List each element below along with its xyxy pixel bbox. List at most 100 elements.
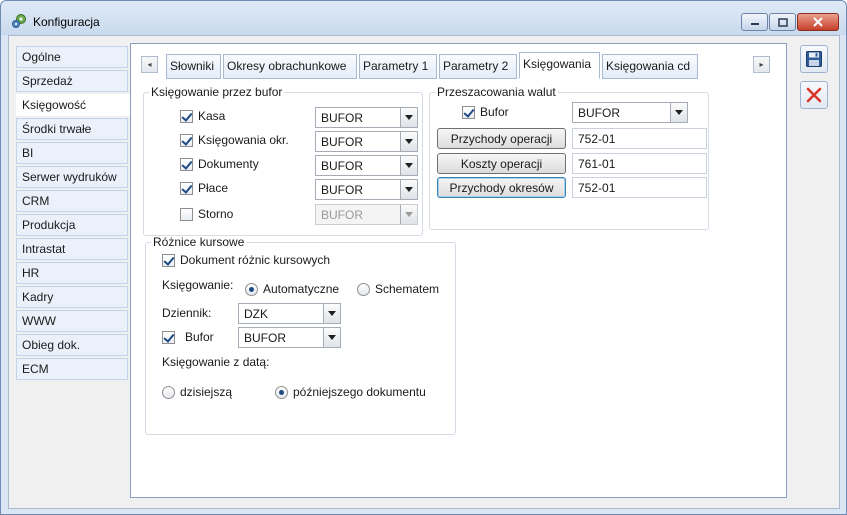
bufor-dokumenty-select[interactable]: BUFOR	[315, 155, 418, 176]
roznice-bufor-select[interactable]: BUFOR	[238, 327, 341, 348]
dokument-roznic-label: Dokument różnic kursowych	[180, 253, 331, 267]
roznice-bufor-value: BUFOR	[244, 331, 286, 345]
ksiegowanie-z-data-label: Księgowanie z datą:	[162, 355, 270, 369]
dropdown-arrow-icon[interactable]	[323, 328, 340, 347]
koszty-operacji-button[interactable]: Koszty operacji	[437, 153, 566, 174]
sidebar-item-bi[interactable]: BI	[16, 142, 128, 164]
bufor-group-legend: Księgowanie przez bufor	[151, 85, 283, 99]
checkbox-checked[interactable]	[162, 253, 175, 267]
sidebar-item-kadry[interactable]: Kadry	[16, 286, 128, 308]
przychody-operacji-button[interactable]: Przychody operacji	[437, 128, 566, 149]
bufor-dokumenty-label: Dokumenty	[198, 157, 259, 171]
bufor-kasa-select[interactable]: BUFOR	[315, 107, 418, 128]
przychody-operacji-field[interactable]: 752-01	[572, 128, 707, 149]
cancel-icon	[806, 87, 822, 103]
ksiegowanie-label: Księgowanie:	[162, 278, 234, 292]
tab-parametry-1[interactable]: Parametry 1	[359, 54, 437, 79]
bufor-ksiegowania-okr-checkbox[interactable]: Księgowania okr.	[180, 133, 289, 147]
dropdown-arrow-icon[interactable]	[400, 180, 417, 199]
dropdown-arrow-icon[interactable]	[400, 108, 417, 127]
sidebar-item-crm[interactable]: CRM	[16, 190, 128, 212]
tab-parametry-2[interactable]: Parametry 2	[439, 54, 517, 79]
sidebar-item-intrastat[interactable]: Intrastat	[16, 238, 128, 260]
bufor-ksiegowania-okr-label: Księgowania okr.	[198, 133, 289, 147]
minimize-button[interactable]	[741, 13, 768, 31]
dziennik-select[interactable]: DZK	[238, 303, 341, 324]
waluty-bufor-label: Bufor	[480, 105, 509, 119]
minimize-icon	[750, 23, 759, 25]
bufor-place-label: Płace	[198, 181, 229, 195]
bufor-kasa-value: BUFOR	[321, 111, 363, 125]
roznice-bufor-checkbox[interactable]: Bufor	[162, 330, 214, 344]
settings-panel: ◂ Słowniki Okresy obrachunkowe Parametry…	[130, 43, 787, 498]
roznice-group-legend: Różnice kursowe	[153, 235, 245, 249]
checkbox-checked[interactable]	[462, 105, 475, 119]
sidebar-item-www[interactable]: WWW	[16, 310, 128, 332]
maximize-button[interactable]	[769, 13, 796, 31]
tab-okresy-obrachunkowe[interactable]: Okresy obrachunkowe	[223, 54, 357, 79]
przychody-okresow-field[interactable]: 752-01	[572, 177, 707, 198]
sidebar-item-sprzedaz[interactable]: Sprzedaż	[16, 70, 128, 92]
sidebar-item-ogolne[interactable]: Ogólne	[16, 46, 128, 68]
tab-ksiegowania[interactable]: Księgowania	[519, 52, 600, 79]
waluty-group-legend: Przeszacowania walut	[437, 85, 556, 99]
tab-scroll-right-button[interactable]: ▸	[753, 56, 770, 73]
sidebar-item-serwer-wydrukow[interactable]: Serwer wydruków	[16, 166, 128, 188]
bufor-kasa-checkbox[interactable]: Kasa	[180, 109, 225, 123]
dropdown-arrow-icon	[400, 205, 417, 224]
dropdown-arrow-icon[interactable]	[323, 304, 340, 323]
save-icon	[806, 51, 822, 67]
dropdown-arrow-icon[interactable]	[400, 132, 417, 151]
checkbox-checked[interactable]	[162, 330, 175, 344]
sidebar-item-srodki-trwale[interactable]: Środki trwałe	[16, 118, 128, 140]
tab-scroll-left-button[interactable]: ◂	[141, 56, 158, 73]
dropdown-arrow-icon[interactable]	[400, 156, 417, 175]
save-button[interactable]	[800, 45, 828, 73]
radio-checked[interactable]	[275, 385, 288, 399]
sidebar-item-produkcja[interactable]: Produkcja	[16, 214, 128, 236]
radio-dzisiejsza-label: dzisiejszą	[180, 385, 233, 399]
bufor-place-checkbox[interactable]: Płace	[180, 181, 228, 195]
radio-automatyczne[interactable]: Automatyczne	[245, 282, 339, 296]
maximize-icon	[777, 17, 788, 27]
close-icon	[813, 17, 823, 27]
tab-content-ksiegowania: Księgowanie przez bufor Kasa BUFOR Księg…	[131, 79, 786, 497]
app-gears-icon	[12, 14, 26, 28]
tab-ksiegowania-cd[interactable]: Księgowania cd	[602, 54, 698, 79]
radio-unchecked[interactable]	[162, 385, 175, 399]
tab-bar: ◂ Słowniki Okresy obrachunkowe Parametry…	[141, 52, 777, 79]
waluty-bufor-select[interactable]: BUFOR	[572, 102, 688, 123]
checkbox-checked[interactable]	[180, 181, 193, 195]
radio-checked[interactable]	[245, 282, 258, 296]
sidebar-item-hr[interactable]: HR	[16, 262, 128, 284]
checkbox-checked[interactable]	[180, 109, 193, 123]
przychody-okresow-button[interactable]: Przychody okresów	[437, 177, 566, 198]
bufor-place-select[interactable]: BUFOR	[315, 179, 418, 200]
radio-schematem[interactable]: Schematem	[357, 282, 439, 296]
checkbox-unchecked[interactable]	[180, 207, 193, 221]
checkbox-checked[interactable]	[180, 157, 193, 171]
checkbox-checked[interactable]	[180, 133, 193, 147]
sidebar-item-obieg-dok[interactable]: Obieg dok.	[16, 334, 128, 356]
close-button[interactable]	[797, 13, 839, 31]
sidebar-item-ecm[interactable]: ECM	[16, 358, 128, 380]
client-area: Ogólne Sprzedaż Księgowość Środki trwałe…	[8, 35, 840, 509]
bufor-ksiegowania-okr-value: BUFOR	[321, 135, 363, 149]
cancel-button[interactable]	[800, 81, 828, 109]
radio-pozniejszego[interactable]: późniejszego dokumentu	[275, 385, 426, 399]
tab-slowniki[interactable]: Słowniki	[166, 54, 221, 79]
sidebar-item-ksiegowosc[interactable]: Księgowość	[16, 94, 130, 116]
dokument-roznic-checkbox[interactable]: Dokument różnic kursowych	[162, 253, 330, 267]
dziennik-value: DZK	[244, 307, 268, 321]
chevron-left-icon: ◂	[147, 60, 152, 69]
bufor-ksiegowania-okr-select[interactable]: BUFOR	[315, 131, 418, 152]
bufor-dokumenty-checkbox[interactable]: Dokumenty	[180, 157, 259, 171]
radio-unchecked[interactable]	[357, 282, 370, 296]
window-title: Konfiguracja	[33, 15, 100, 29]
dropdown-arrow-icon[interactable]	[670, 103, 687, 122]
bufor-storno-checkbox[interactable]: Storno	[180, 207, 233, 221]
waluty-bufor-checkbox[interactable]: Bufor	[462, 105, 509, 119]
radio-dzisiejsza[interactable]: dzisiejszą	[162, 385, 232, 399]
koszty-operacji-field[interactable]: 761-01	[572, 153, 707, 174]
roznice-bufor-label: Bufor	[185, 330, 214, 344]
